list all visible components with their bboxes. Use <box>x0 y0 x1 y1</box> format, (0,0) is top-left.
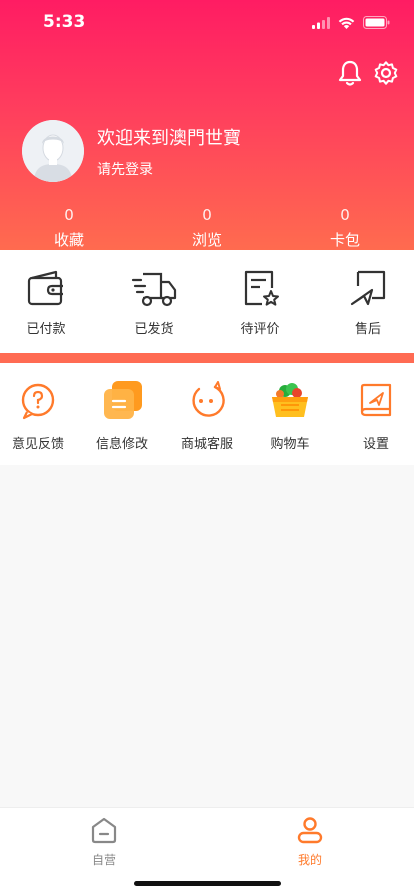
stat-count: 0 <box>202 206 212 224</box>
after-sales-icon <box>350 270 386 306</box>
order-to-review[interactable]: 待评价 <box>220 268 300 337</box>
service-edit-info[interactable]: 信息修改 <box>82 381 162 452</box>
user-icon <box>297 817 323 844</box>
review-icon <box>244 270 279 306</box>
settings-gear-icon[interactable] <box>372 58 400 88</box>
order-label: 已付款 <box>26 322 66 337</box>
section-divider <box>0 353 414 363</box>
stat-count: 0 <box>64 206 74 224</box>
stat-history[interactable]: 0 浏览 <box>162 204 252 250</box>
status-time: 5:33 <box>43 12 86 32</box>
order-label: 售后 <box>354 322 381 337</box>
stat-label: 卡包 <box>329 231 360 249</box>
stats-row: 0 收藏 0 浏览 0 卡包 <box>0 204 414 250</box>
wallet-icon <box>27 270 63 306</box>
tab-label: 自营 <box>91 853 116 867</box>
empty-content-area <box>0 465 414 807</box>
order-after-sales[interactable]: 售后 <box>328 268 408 337</box>
home-icon <box>91 817 117 844</box>
services-panel: 意见反馈 信息修改 商城客服 购物车 设置 <box>0 363 414 465</box>
welcome-text: 欢迎来到澳門世寶 <box>97 128 241 149</box>
service-label: 商城客服 <box>180 437 233 452</box>
service-feedback[interactable]: 意见反馈 <box>0 381 78 452</box>
feedback-icon <box>18 381 58 421</box>
profile-header: 5:33 欢迎来到澳門世寶 请先登录 0 收藏 0 浏览 0 卡包 <box>0 0 414 250</box>
tab-self-operated[interactable]: 自营 <box>64 816 144 868</box>
order-label: 待评价 <box>240 322 280 337</box>
home-indicator[interactable] <box>134 881 281 886</box>
service-shopping-cart[interactable]: 购物车 <box>250 381 330 452</box>
stat-label: 收藏 <box>53 231 84 249</box>
order-label: 已发货 <box>134 322 174 337</box>
service-label: 设置 <box>362 437 389 452</box>
stat-wallet[interactable]: 0 卡包 <box>300 204 390 250</box>
status-icons <box>312 14 390 33</box>
header-actions <box>336 58 400 88</box>
service-label: 购物车 <box>270 437 310 452</box>
service-customer-service[interactable]: 商城客服 <box>167 381 247 452</box>
service-label: 信息修改 <box>95 437 148 452</box>
order-status-panel: 已付款 已发货 待评价 售后 <box>0 250 414 353</box>
order-paid[interactable]: 已付款 <box>6 268 86 337</box>
customer-service-icon <box>187 381 227 421</box>
tab-label: 我的 <box>297 853 322 867</box>
login-link[interactable]: 请先登录 <box>97 159 153 179</box>
avatar[interactable] <box>22 120 84 182</box>
status-bar: 5:33 <box>0 0 414 48</box>
shopping-cart-icon <box>270 381 310 421</box>
bell-icon[interactable] <box>336 58 364 88</box>
stat-label: 浏览 <box>191 231 222 249</box>
edit-info-icon <box>102 381 142 421</box>
battery-icon <box>363 14 390 33</box>
service-settings[interactable]: 设置 <box>336 381 414 452</box>
service-label: 意见反馈 <box>11 437 64 452</box>
stat-favorites[interactable]: 0 收藏 <box>24 204 114 250</box>
stat-count: 0 <box>340 206 350 224</box>
tab-mine[interactable]: 我的 <box>270 816 350 868</box>
truck-icon <box>131 272 177 307</box>
signal-icon <box>312 14 330 33</box>
wifi-icon <box>338 14 355 33</box>
order-shipped[interactable]: 已发货 <box>114 268 194 337</box>
settings-book-icon <box>356 381 396 421</box>
